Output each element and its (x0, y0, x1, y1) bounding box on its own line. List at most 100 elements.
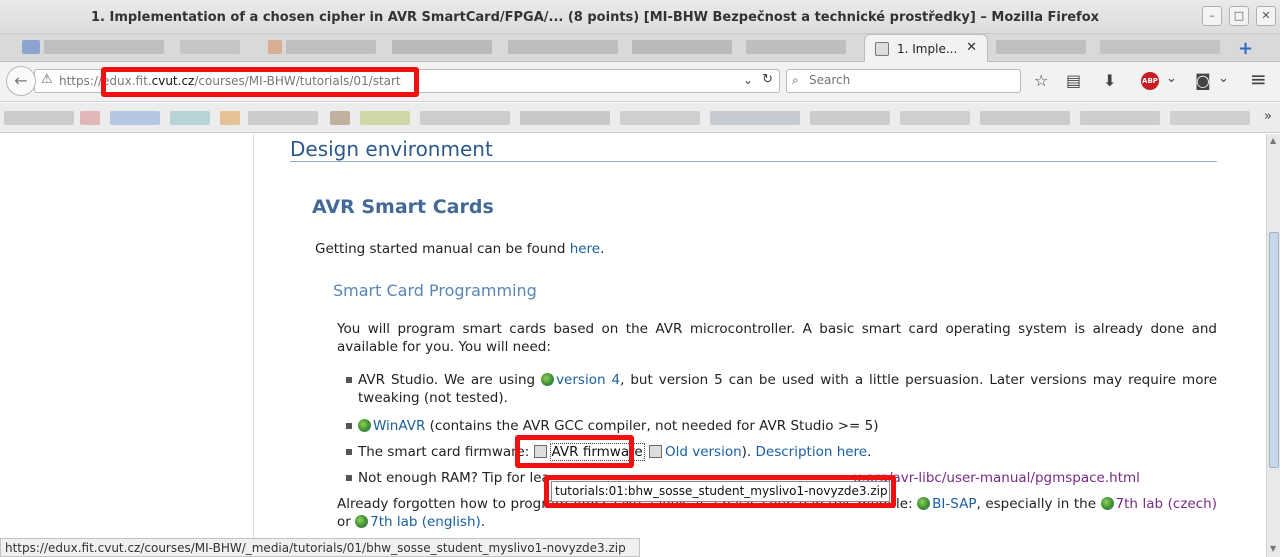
hamburger-menu-icon[interactable]: ≡ (1250, 67, 1267, 91)
item2-post: (contains the AVR GCC compiler, not need… (425, 418, 879, 434)
blurred-tab[interactable] (392, 40, 492, 54)
blurred-bookmark[interactable] (220, 111, 240, 125)
item3-pre: The smart card firmware: (358, 444, 534, 460)
search-engine-icon[interactable]: ⌕ (792, 73, 799, 88)
blurred-tab[interactable] (1100, 40, 1220, 54)
list-item-avr-studio: AVR Studio. We are using version 4, but … (358, 371, 1217, 407)
blurred-tab[interactable] (508, 40, 618, 54)
pgmspace-link[interactable]: u.org/avr-libc/user-manual/pgmspace.html (853, 470, 1140, 486)
status-bar-url: https://edux.fit.cvut.cz/courses/MI-BHW/… (0, 538, 640, 557)
blurred-tab-icon[interactable] (22, 40, 40, 54)
close-window-button[interactable]: ✕ (1256, 6, 1276, 26)
list-bullet (346, 377, 352, 383)
blurred-bookmark[interactable] (620, 111, 700, 125)
getting-started-pre: Getting started manual can be found (315, 241, 570, 257)
blurred-bookmark[interactable] (520, 111, 610, 125)
scroll-up-icon[interactable]: ▲ (1270, 136, 1276, 145)
blurred-bookmark[interactable] (248, 111, 318, 125)
list-bullet (346, 423, 352, 429)
firmware-highlight-box (515, 435, 634, 468)
window-title: 1. Implementation of a chosen cipher in … (90, 10, 1100, 25)
maximize-button[interactable]: □ (1229, 6, 1249, 26)
bi-sap-link[interactable]: BI-SAP (932, 496, 976, 512)
forgotten-post: . (480, 514, 486, 530)
blurred-tab-icon[interactable] (268, 40, 282, 54)
blurred-bookmark[interactable] (4, 111, 74, 125)
download-icon[interactable]: ⬇ (1103, 71, 1116, 90)
minimize-button[interactable]: – (1202, 6, 1222, 26)
adblock-menu-chevron-icon[interactable]: ⌄ (1166, 71, 1177, 86)
media-file-icon (648, 445, 662, 458)
list-item-winavr: WinAVR (contains the AVR GCC compiler, n… (358, 417, 879, 435)
reload-icon[interactable]: ↻ (762, 72, 773, 87)
url-scheme: https:// (59, 74, 103, 88)
left-sidebar (0, 134, 254, 538)
blurred-bookmark[interactable] (900, 111, 970, 125)
winavr-link[interactable]: WinAVR (373, 418, 425, 434)
page-scrollbar[interactable]: ▲ ▼ (1266, 134, 1280, 557)
blurred-bookmark[interactable] (980, 111, 1070, 125)
screenshot-icon[interactable]: ◙ (1195, 71, 1211, 90)
reader-list-icon[interactable]: ▤ (1066, 71, 1081, 90)
lab7-czech-link[interactable]: 7th lab (czech) (1116, 496, 1217, 512)
url-highlight-box (101, 67, 419, 97)
list-item-ram: Not enough RAM? Tip for lea (358, 469, 550, 487)
blurred-bookmark[interactable] (420, 111, 510, 125)
blurred-bookmark[interactable] (810, 111, 890, 125)
blurred-tab[interactable] (44, 40, 164, 54)
blurred-tab[interactable] (996, 40, 1086, 54)
external-link-globe-icon (358, 419, 371, 432)
forgotten-or: or (337, 514, 351, 530)
more-bookmarks-icon[interactable]: » (1264, 109, 1272, 124)
item3-mid: ). (741, 444, 756, 460)
blurred-tab[interactable] (746, 40, 846, 54)
item3-post: . (867, 444, 872, 460)
bookmarks-toolbar: » (0, 103, 1280, 133)
heading-smart-card-programming: Smart Card Programming (333, 281, 537, 300)
blurred-tab[interactable] (286, 40, 376, 54)
blurred-tab[interactable] (632, 40, 732, 54)
insecure-warning-icon[interactable]: ⚠ (41, 72, 53, 87)
tab-active-label: 1. Imple... (897, 42, 958, 56)
version4-link[interactable]: version 4 (556, 372, 620, 388)
blurred-bookmark[interactable] (1170, 111, 1250, 125)
list-bullet (346, 449, 352, 455)
blurred-bookmark[interactable] (330, 111, 350, 125)
scroll-down-icon[interactable]: ▼ (1270, 544, 1276, 553)
blurred-bookmark[interactable] (360, 111, 410, 125)
blurred-bookmark[interactable] (1080, 111, 1160, 125)
blurred-bookmark[interactable] (80, 111, 100, 125)
bookmark-star-icon[interactable]: ☆ (1034, 71, 1048, 90)
scrollbar-thumb[interactable] (1269, 232, 1279, 468)
external-link-globe-icon (917, 497, 931, 510)
blurred-bookmark[interactable] (170, 111, 210, 125)
tab-favicon-icon (875, 42, 889, 56)
search-box[interactable]: ⌕ (786, 69, 1021, 93)
new-tab-button[interactable]: + (1238, 38, 1253, 59)
adblock-icon[interactable]: ABP (1141, 72, 1159, 90)
external-link-globe-icon (355, 515, 369, 528)
url-dropdown-icon[interactable]: ⌄ (743, 73, 753, 87)
list-bullet (346, 475, 352, 481)
getting-started-link[interactable]: here (570, 241, 600, 257)
external-link-globe-icon (541, 373, 555, 386)
window-titlebar: 1. Implementation of a chosen cipher in … (0, 0, 1280, 34)
blurred-bookmark[interactable] (710, 111, 800, 125)
lab7-english-link[interactable]: 7th lab (english) (370, 514, 481, 530)
old-version-link[interactable]: Old version (665, 444, 742, 460)
getting-started-text: Getting started manual can be found here… (315, 240, 604, 258)
back-button[interactable]: ← (6, 66, 36, 96)
search-input[interactable] (809, 73, 1009, 87)
tab-close-icon[interactable]: ✕ (966, 40, 977, 55)
tab-active[interactable]: 1. Imple... ✕ (864, 34, 988, 63)
screenshot-menu-chevron-icon[interactable]: ⌄ (1218, 71, 1229, 86)
forgotten-mid: , especially in the (976, 496, 1101, 512)
tab-bar: 1. Imple... ✕ (0, 34, 1280, 63)
heading-avr-smart-cards: AVR Smart Cards (312, 196, 494, 218)
description-link[interactable]: Description here (756, 444, 868, 460)
pgmspace-link-wrap: u.org/avr-libc/user-manual/pgmspace.html (853, 469, 1140, 487)
blurred-tab[interactable] (180, 40, 240, 54)
blurred-bookmark[interactable] (110, 111, 160, 125)
external-link-globe-icon (1100, 497, 1114, 510)
getting-started-post: . (600, 241, 605, 257)
